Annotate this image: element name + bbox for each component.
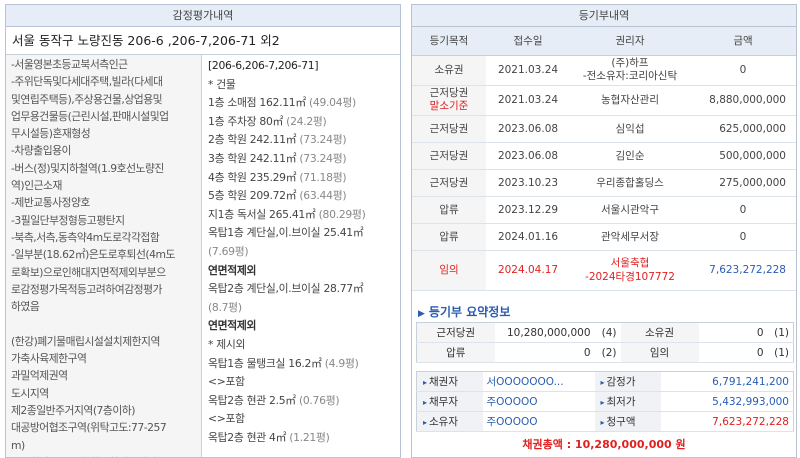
caret-right-icon: ▸ bbox=[600, 398, 605, 407]
floor-row: 옥탑1층 물탱크실 16.2㎡ (4.9평) bbox=[208, 356, 359, 370]
appraisal-header: 감정평가내역 bbox=[6, 5, 400, 27]
note-line: -서울영본초등교북서측인근 bbox=[11, 58, 128, 71]
registry-panel: 등기부내역 등기목적 접수일 권리자 금액 소유권 2021.03.24 (주)… bbox=[411, 4, 797, 458]
table-row: 근저당권 2023.10.23 우리종합홀딩스 275,000,000 bbox=[412, 169, 796, 197]
building-details: [206-6,206-7,206-71] * 건물 1층 소매점 162.11㎡… bbox=[202, 55, 400, 457]
table-row: 근저당권 말소기준 2021.03.24 농협자산관리 8,880,000,000 bbox=[412, 85, 796, 116]
summary-title: ▶ 등기부 요약정보 bbox=[418, 305, 511, 319]
rooftop2-row: 옥탑2층 계단실,이.브이실 28.77㎡ bbox=[208, 282, 364, 296]
caret-right-icon: ▸ bbox=[423, 378, 428, 387]
note-line: (한강)폐기물매립시설설치제한지역 bbox=[11, 334, 160, 348]
floor-row: <>포함 bbox=[208, 412, 245, 426]
floor-row: <>포함 bbox=[208, 375, 245, 389]
note-line: -버스(정)및지하철역(1.9호선노량진 bbox=[11, 161, 164, 175]
baseline-badge: 말소기준 bbox=[429, 100, 469, 112]
total-claims: 채권총액 : 10,280,000,000 원 bbox=[522, 438, 686, 451]
note-line: 로감정평가목적등고려하여감정평가 bbox=[11, 282, 162, 296]
col-purpose: 등기목적 bbox=[412, 27, 486, 56]
floor-row: 3층 학원 242.11㎡ (73.24평) bbox=[208, 151, 347, 165]
note-line: 업무용건물등(근린시설,판매시설및업 bbox=[11, 109, 169, 123]
table-row: ▸ 채권자 서OOOOOOO... ▸ 감정가 6,791,241,200 bbox=[416, 371, 794, 392]
floor-row: 옥탑2층 현관 2.5㎡ (0.76평) bbox=[208, 393, 340, 407]
note-line: 과밀억제권역 bbox=[11, 369, 68, 383]
note-line: 및연립주택등),주상용건물,상업용및 bbox=[11, 92, 163, 106]
note-line: -주위단독및다세대주택,빌라(다세대 bbox=[11, 75, 163, 89]
caret-right-icon: ▸ bbox=[600, 378, 605, 387]
excluded-heading: 연면적제외 bbox=[208, 319, 257, 333]
note-line: 하였음 bbox=[11, 300, 40, 314]
rooftop1-pyeong: (7.69평) bbox=[208, 244, 249, 258]
summary-table: 근저당권 10,280,000,000 (4) 소유권 0 (1) 압류 0 (… bbox=[416, 322, 794, 363]
note-line: 교육환경보호구역(학교환경위생정화 bbox=[11, 454, 196, 457]
floor-row: 옥탑2층 현관 4㎡ (1.21평) bbox=[208, 430, 330, 444]
caret-right-icon: ▶ bbox=[418, 309, 425, 319]
table-row: 근저당권 2023.06.08 김인순 500,000,000 bbox=[412, 142, 796, 170]
floor-row: 5층 학원 209.72㎡ (63.44평) bbox=[208, 189, 347, 203]
table-row: 소유권 2021.03.24 (주)하프 -전소유자:코리아신탁 0 bbox=[412, 55, 796, 86]
location-notes: -서울영본초등교북서측인근 -주위단독및다세대주택,빌라(다세대및연립주택등),주… bbox=[6, 55, 202, 457]
floor-row: 1층 주차장 80㎡ (24.2평) bbox=[208, 114, 327, 128]
extras-label: * 제시외 bbox=[208, 337, 246, 351]
caret-right-icon: ▸ bbox=[600, 418, 605, 427]
note-line: 제2종일반주거지역(7층이하) bbox=[11, 403, 135, 417]
note-line: 도시지역 bbox=[11, 386, 49, 400]
appraisal-panel: 감정평가내역 서울 동작구 노량진동 206-6 ,206-7,206-71 외… bbox=[5, 4, 401, 458]
registry-header: 등기부내역 bbox=[412, 5, 796, 27]
floor-row: 2층 학원 242.11㎡ (73.24평) bbox=[208, 133, 347, 147]
property-address: 서울 동작구 노량진동 206-6 ,206-7,206-71 외2 bbox=[6, 27, 400, 55]
table-row: ▸ 소유자 주OOOOO ▸ 청구액 7,623,272,228 bbox=[416, 411, 794, 432]
note-line: 가축사육제한구역 bbox=[11, 352, 87, 366]
table-row: ▸ 채무자 주OOOOO ▸ 최저가 5,432,993,000 bbox=[416, 391, 794, 412]
note-line: -북측,서측,동측약4m도로각각접함 bbox=[11, 230, 160, 244]
note-line: -제반교통사정양호 bbox=[11, 196, 90, 210]
building-label: * 건물 bbox=[208, 77, 236, 91]
note-line: 역)인근소재 bbox=[11, 179, 62, 193]
col-date: 접수일 bbox=[486, 27, 570, 56]
note-line: -일부분(18.62㎡)은도로후퇴선(4m도 bbox=[11, 248, 175, 262]
excluded-heading: 연면적제외 bbox=[208, 263, 257, 277]
note-line: -3필일단부정형등고평탄지 bbox=[11, 213, 125, 227]
table-row: 압류 2023.12.29 서울시관악구 0 bbox=[412, 196, 796, 224]
parties-table: ▸ 채권자 서OOOOOOO... ▸ 감정가 6,791,241,200 ▸ 채무자… bbox=[416, 371, 794, 432]
note-line: -차량출입용이 bbox=[11, 144, 72, 158]
floor-row: 옥탑1층 계단실,이.브이실 25.41㎡ bbox=[208, 226, 364, 240]
caret-right-icon: ▸ bbox=[423, 398, 428, 407]
note-line: 대공방어협조구역(위탁고도:77-257 bbox=[11, 421, 167, 435]
rooftop2-pyeong: (8.7평) bbox=[208, 300, 242, 314]
caret-right-icon: ▸ bbox=[423, 418, 428, 427]
floor-row: 지1층 독서실 265.41㎡ (80.29평) bbox=[208, 207, 366, 221]
table-row-auction: 임의 2024.04.17 서울축협 -2024타경107772 7,623,27… bbox=[412, 250, 796, 291]
note-line: 무시설등)혼재형성 bbox=[11, 127, 91, 141]
lot-numbers: [206-6,206-7,206-71] bbox=[208, 59, 319, 72]
floor-row: 1층 소매점 162.11㎡ (49.04평) bbox=[208, 96, 356, 110]
table-row: 압류 2024.01.16 관악세무서장 0 bbox=[412, 223, 796, 251]
note-line: m) bbox=[11, 438, 25, 452]
col-holder: 권리자 bbox=[570, 27, 690, 56]
note-line: 로확보)으로인해대지면적제외부분으 bbox=[11, 265, 166, 279]
table-row: 근저당권 2023.06.08 심익섭 625,000,000 bbox=[412, 115, 796, 143]
table-row: 근저당권 10,280,000,000 (4) 소유권 0 (1) bbox=[416, 322, 794, 343]
note-line bbox=[11, 315, 196, 332]
table-row: 압류 0 (2) 임의 0 (1) bbox=[416, 342, 794, 363]
floor-row: 4층 학원 235.29㎡ (71.18평) bbox=[208, 170, 347, 184]
col-amount: 금액 bbox=[690, 27, 796, 56]
registry-table: 등기목적 접수일 권리자 금액 소유권 2021.03.24 (주)하프 -전소유… bbox=[412, 27, 796, 291]
